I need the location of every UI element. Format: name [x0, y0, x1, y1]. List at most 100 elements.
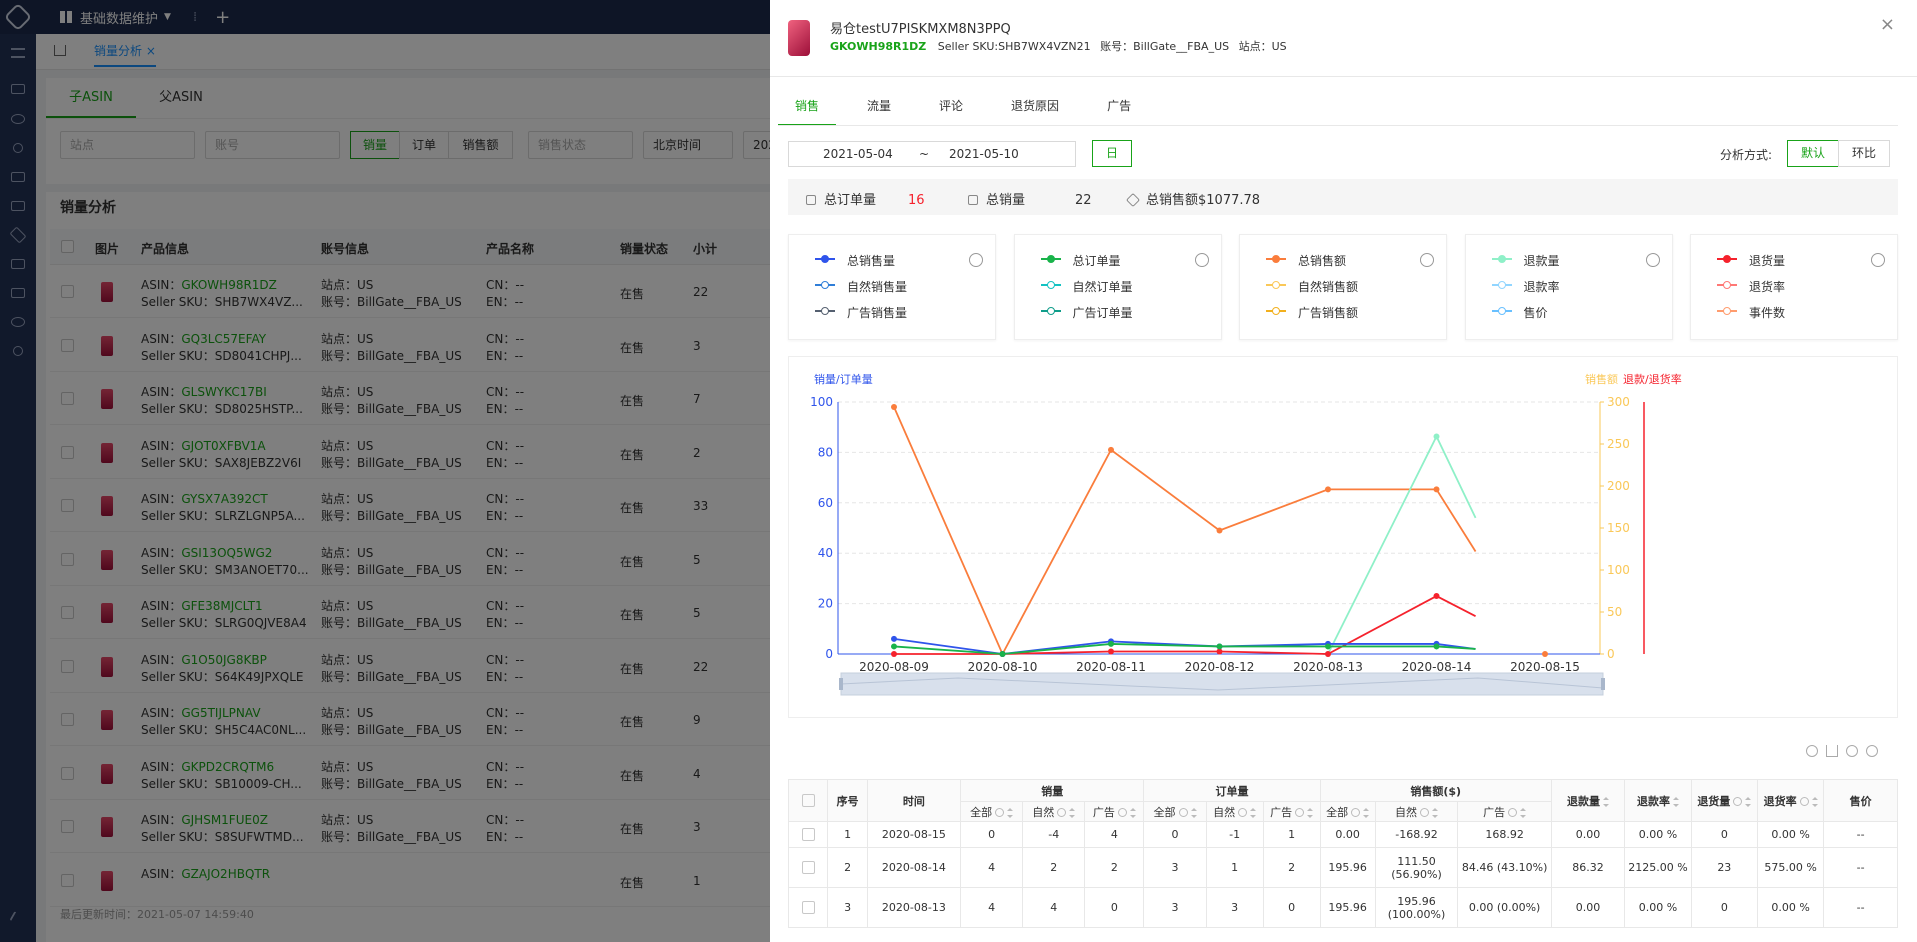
- info-icon[interactable]: [1178, 808, 1188, 817]
- data-point[interactable]: [1216, 527, 1223, 534]
- info-icon[interactable]: [1508, 808, 1518, 817]
- col-refund-rate[interactable]: 退款率: [1624, 779, 1692, 822]
- sort-icon[interactable]: [1603, 796, 1610, 807]
- info-icon[interactable]: [1420, 808, 1429, 817]
- select-all-checkbox[interactable]: [801, 794, 815, 808]
- download-icon[interactable]: [1826, 745, 1838, 757]
- data-point[interactable]: [1325, 651, 1331, 657]
- sort-icon[interactable]: [1190, 807, 1197, 818]
- col-returns[interactable]: 退货量: [1690, 779, 1758, 822]
- info-icon[interactable]: [995, 808, 1005, 817]
- row-checkbox[interactable]: [801, 828, 815, 842]
- tab-traffic[interactable]: 流量: [850, 96, 908, 126]
- metric-card[interactable]: 总销售量 自然销售量 广告销售量: [788, 234, 996, 340]
- help-icon[interactable]: [1866, 745, 1878, 757]
- metric-card[interactable]: 退款量 退款率 售价: [1464, 234, 1673, 340]
- info-icon[interactable]: [1117, 808, 1127, 817]
- sort-icon[interactable]: [1069, 807, 1076, 818]
- info-icon[interactable]: [1238, 808, 1248, 817]
- sort-icon[interactable]: [1250, 807, 1257, 818]
- x-tick: 2020-08-14: [1402, 660, 1472, 674]
- metric-card[interactable]: 退货量 退货率 事件数: [1690, 234, 1898, 340]
- row-checkbox[interactable]: [801, 861, 815, 875]
- table-row[interactable]: 3 2020-08-13 4 4 0 3 3 0 195.96 195.96 (100.00%) 0…: [787, 887, 1898, 928]
- info-icon[interactable]: [1733, 797, 1743, 806]
- sub-header[interactable]: 自然: [1022, 801, 1086, 822]
- sub-header[interactable]: 全部: [1143, 801, 1207, 822]
- info-icon[interactable]: [1799, 797, 1809, 806]
- data-point[interactable]: [1108, 640, 1114, 647]
- tab-reviews[interactable]: 评论: [922, 96, 980, 126]
- metric-radio[interactable]: [1420, 253, 1434, 267]
- data-point[interactable]: [1108, 648, 1114, 655]
- metric-radio[interactable]: [1645, 253, 1660, 267]
- data-point[interactable]: [1433, 486, 1440, 493]
- data-point[interactable]: [1216, 643, 1223, 650]
- col-return-rate[interactable]: 退货率: [1756, 779, 1825, 822]
- analysis-default-button[interactable]: 默认: [1787, 140, 1839, 167]
- sort-icon[interactable]: [1811, 796, 1818, 807]
- metric-radio[interactable]: [1194, 253, 1209, 267]
- row-checkbox[interactable]: [801, 901, 815, 915]
- data-point[interactable]: [1325, 643, 1331, 650]
- info-icon[interactable]: [1351, 808, 1361, 817]
- metric-card[interactable]: 总销售额 自然销售额 广告销售额: [1239, 234, 1447, 340]
- sub-header[interactable]: 广告: [1262, 801, 1321, 822]
- data-point[interactable]: [1433, 643, 1440, 650]
- info-icon[interactable]: [1295, 808, 1305, 817]
- settings-icon[interactable]: [1846, 745, 1858, 757]
- info-icon[interactable]: [1057, 808, 1067, 817]
- date-end[interactable]: 2021-05-10: [949, 147, 1019, 161]
- table-row[interactable]: 2 2020-08-14 4 2 2 3 1 2 195.96 111.50 (56.90%) 84…: [787, 847, 1898, 888]
- refresh-icon[interactable]: [1806, 745, 1818, 757]
- sort-icon[interactable]: [1520, 807, 1527, 818]
- data-point[interactable]: [891, 651, 897, 657]
- zoom-handle-right[interactable]: [1601, 678, 1605, 690]
- sort-icon[interactable]: [1672, 796, 1679, 807]
- sort-icon[interactable]: [1745, 796, 1752, 807]
- sort-icon[interactable]: [1307, 807, 1314, 818]
- modal-overlay[interactable]: [0, 0, 770, 942]
- col-refunds[interactable]: 退款量: [1550, 779, 1626, 822]
- sub-header[interactable]: 自然: [1374, 801, 1459, 822]
- data-point[interactable]: [1542, 651, 1548, 657]
- metric-card[interactable]: 总订单量 自然订单量 广告订单量: [1013, 234, 1222, 340]
- sort-icon[interactable]: [1432, 807, 1438, 818]
- data-point[interactable]: [891, 643, 897, 650]
- col-price: 售价: [1823, 779, 1898, 822]
- analysis-mom-button[interactable]: 环比: [1838, 140, 1890, 167]
- data-point[interactable]: [891, 635, 897, 642]
- sub-header[interactable]: 全部: [960, 801, 1024, 822]
- tab-sales[interactable]: 销售: [778, 96, 837, 126]
- metric-radio[interactable]: [1871, 253, 1885, 267]
- cell-r-ad: 84.46 (43.10%): [1457, 847, 1552, 888]
- drawer-close-button[interactable]: ×: [1880, 14, 1895, 35]
- data-point[interactable]: [1433, 593, 1440, 600]
- metric-radio[interactable]: [969, 253, 983, 267]
- x-tick: 2020-08-13: [1293, 660, 1363, 674]
- sub-header[interactable]: 广告: [1457, 801, 1552, 822]
- date-range-picker[interactable]: 2021-05-04 ~ 2021-05-10: [788, 141, 1076, 167]
- data-point[interactable]: [999, 651, 1006, 657]
- drawer-scrollbar[interactable]: [1907, 0, 1915, 942]
- data-point[interactable]: [1108, 446, 1114, 453]
- drawer-asin[interactable]: GKOWH98R1DZ: [830, 40, 926, 53]
- tab-return-reasons[interactable]: 退货原因: [994, 96, 1076, 126]
- summary-bar: 总订单量 16 总销量 22 总销售额$1077.78: [788, 179, 1898, 215]
- sub-header[interactable]: 广告: [1084, 801, 1145, 822]
- sort-icon[interactable]: [1007, 807, 1014, 818]
- tab-ads[interactable]: 广告: [1090, 96, 1148, 126]
- data-point[interactable]: [1433, 433, 1440, 440]
- data-point[interactable]: [891, 404, 897, 411]
- sort-icon[interactable]: [1363, 807, 1370, 818]
- metric-label: 退货率: [1749, 280, 1786, 294]
- data-point[interactable]: [1325, 486, 1331, 493]
- sub-header[interactable]: 自然: [1205, 801, 1264, 822]
- data-zoom-slider[interactable]: [840, 672, 1604, 696]
- sub-header[interactable]: 全部: [1319, 801, 1376, 822]
- table-row[interactable]: 1 2020-08-15 0 -4 4 0 -1 1 0.00 -168.92 168.92 0.00…: [787, 821, 1898, 848]
- granularity-day-button[interactable]: 日: [1092, 140, 1132, 167]
- sort-icon[interactable]: [1129, 807, 1136, 818]
- zoom-handle-left[interactable]: [839, 678, 843, 690]
- date-start[interactable]: 2021-05-04: [823, 147, 893, 161]
